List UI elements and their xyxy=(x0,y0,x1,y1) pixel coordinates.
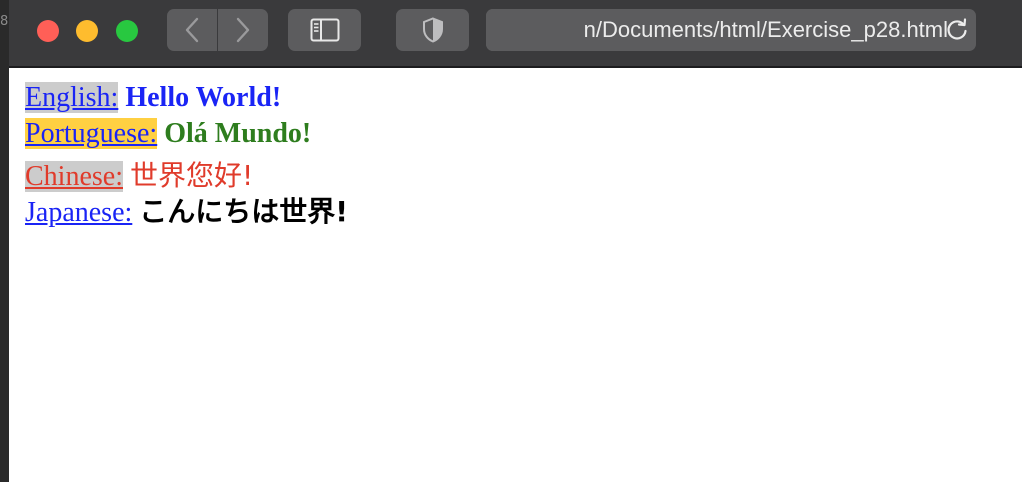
greeting-line-japanese: Japanese: こんにちは世界! xyxy=(25,194,1005,232)
browser-toolbar: n/Documents/html/Exercise_p28.html xyxy=(9,0,1022,68)
greeting-line-chinese: Chinese: 世界您好! xyxy=(25,158,1005,194)
greeting-line-portuguese: Portuguese: Olá Mundo! xyxy=(25,116,1005,158)
chinese-greeting: 世界您好! xyxy=(130,159,254,192)
minimize-window-button[interactable] xyxy=(76,20,98,42)
zoom-window-button[interactable] xyxy=(116,20,138,42)
close-window-button[interactable] xyxy=(37,20,59,42)
forward-button[interactable] xyxy=(218,9,268,51)
portuguese-greeting: Olá Mundo! xyxy=(164,118,312,149)
portuguese-link[interactable]: Portuguese: xyxy=(25,118,158,149)
address-fade xyxy=(486,9,566,51)
show-sidebar-button[interactable] xyxy=(288,9,361,51)
english-greeting: Hello World! xyxy=(125,82,282,113)
chinese-link[interactable]: Chinese: xyxy=(25,161,123,192)
japanese-link[interactable]: Japanese: xyxy=(25,197,132,228)
address-url: n/Documents/html/Exercise_p28.html xyxy=(583,17,948,42)
sidebar-icon xyxy=(310,18,339,42)
address-bar[interactable]: n/Documents/html/Exercise_p28.html xyxy=(486,9,976,51)
japanese-greeting: こんにちは世界! xyxy=(139,195,349,228)
page-content: English: Hello World! Portuguese: Olá Mund… xyxy=(25,80,1005,232)
chevron-left-icon xyxy=(185,17,199,43)
reload-icon[interactable] xyxy=(944,17,970,43)
greeting-line-english: English: Hello World! xyxy=(25,80,1005,116)
back-button[interactable] xyxy=(167,9,217,51)
shield-icon xyxy=(422,17,443,43)
browser-window: n/Documents/html/Exercise_p28.html Engli… xyxy=(9,0,1022,482)
english-link[interactable]: English: xyxy=(25,82,119,113)
privacy-report-button[interactable] xyxy=(396,9,469,51)
background-window-text: 8 xyxy=(0,14,9,29)
chevron-right-icon xyxy=(236,17,250,43)
background-window-edge: 8 xyxy=(0,0,9,482)
